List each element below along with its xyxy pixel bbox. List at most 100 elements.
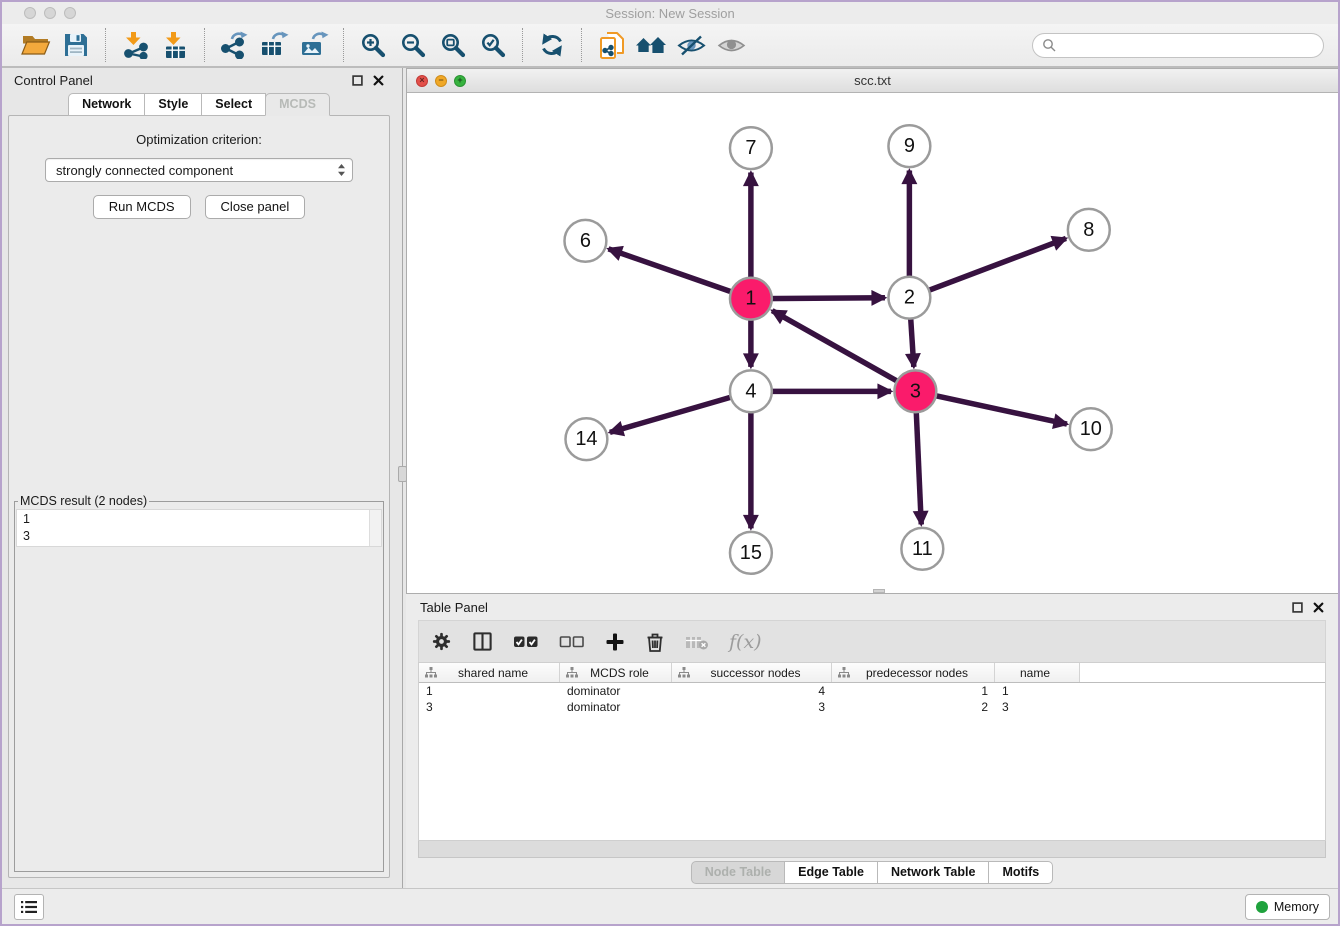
search-box — [1032, 33, 1324, 58]
tab-node-table[interactable]: Node Table — [691, 861, 785, 884]
table-settings-button[interactable] — [431, 631, 452, 652]
delete-column-button[interactable] — [645, 631, 665, 653]
tab-network[interactable]: Network — [68, 93, 145, 116]
node-7[interactable]: 7 — [730, 127, 772, 169]
export-network-button[interactable] — [217, 28, 251, 62]
hide-selected-button[interactable] — [674, 28, 708, 62]
cell-shared-name[interactable]: 1 — [419, 684, 560, 698]
node-8[interactable]: 8 — [1068, 209, 1110, 251]
import-table-icon — [161, 31, 189, 59]
column-header-label: shared name — [437, 666, 559, 680]
close-panel-icon[interactable] — [373, 75, 384, 86]
control-panel: Control Panel NetworkStyleSelectMCDS Opt… — [2, 68, 396, 888]
close-panel-button[interactable]: Close panel — [205, 195, 306, 219]
cell-shared-name[interactable]: 3 — [419, 700, 560, 714]
tab-select[interactable]: Select — [201, 93, 266, 116]
export-network-icon — [219, 31, 249, 59]
tab-mcds[interactable]: MCDS — [265, 93, 330, 116]
first-neighbors-button[interactable] — [634, 28, 668, 62]
apply-layout-button[interactable] — [535, 28, 569, 62]
column-header-name[interactable]: name — [995, 663, 1080, 682]
float-panel-icon[interactable] — [1292, 602, 1303, 613]
column-header-MCDS-role[interactable]: MCDS role — [560, 663, 672, 682]
close-panel-icon[interactable] — [1313, 602, 1324, 613]
open-session-button[interactable] — [19, 28, 53, 62]
select-all-button[interactable] — [513, 635, 539, 649]
network-canvas[interactable]: 7 9 6 8 1 2 4 3 14 10 15 11 — [407, 93, 1338, 593]
cell-MCDS-role[interactable]: dominator — [560, 684, 672, 698]
node-15[interactable]: 15 — [730, 532, 772, 574]
node-9[interactable]: 9 — [888, 125, 930, 167]
zoom-in-button[interactable] — [356, 28, 390, 62]
node-10[interactable]: 10 — [1070, 408, 1112, 450]
tab-motifs[interactable]: Motifs — [988, 861, 1053, 884]
cell-name[interactable]: 3 — [995, 700, 1080, 714]
network-view-window: × − + scc.txt 7 9 6 8 1 2 4 3 14 10 15 11 — [406, 68, 1338, 594]
open-folder-icon — [21, 32, 51, 58]
cell-name[interactable]: 1 — [995, 684, 1080, 698]
table-panel-header: Table Panel — [406, 594, 1338, 620]
cell-predecessor-nodes[interactable]: 1 — [832, 684, 995, 698]
delete-table-button[interactable] — [685, 634, 709, 650]
table-row[interactable]: 3dominator323 — [419, 699, 1325, 715]
search-input[interactable] — [1061, 38, 1314, 53]
node-2[interactable]: 2 — [888, 277, 930, 319]
node-11[interactable]: 11 — [901, 528, 943, 570]
clone-network-button[interactable] — [594, 28, 628, 62]
node-6[interactable]: 6 — [564, 220, 606, 262]
cell-successor-nodes[interactable]: 4 — [672, 684, 832, 698]
network-graph[interactable]: 7 9 6 8 1 2 4 3 14 10 15 11 — [407, 93, 1338, 593]
edge-2-8[interactable] — [909, 238, 1066, 297]
cell-successor-nodes[interactable]: 3 — [672, 700, 832, 714]
node-3[interactable]: 3 — [894, 370, 936, 412]
show-all-button[interactable] — [714, 28, 748, 62]
import-network-button[interactable] — [118, 28, 152, 62]
run-mcds-button[interactable]: Run MCDS — [93, 195, 191, 219]
table-row[interactable]: 1dominator411 — [419, 683, 1325, 699]
toolbar-separator — [204, 28, 205, 62]
node-14[interactable]: 14 — [565, 418, 607, 460]
export-image-button[interactable] — [297, 28, 331, 62]
show-column-button[interactable] — [472, 631, 493, 652]
zoom-selected-button[interactable] — [476, 28, 510, 62]
function-builder-button[interactable]: f(x) — [729, 631, 762, 653]
column-header-successor-nodes[interactable]: successor nodes — [672, 663, 832, 682]
save-session-button[interactable] — [59, 28, 93, 62]
task-history-button[interactable] — [14, 894, 44, 920]
mcds-result-lines[interactable]: 1 3 — [17, 510, 381, 546]
float-panel-icon[interactable] — [352, 75, 363, 86]
node-4[interactable]: 4 — [730, 370, 772, 412]
network-window-titlebar[interactable]: × − + scc.txt — [407, 69, 1338, 93]
eye-icon — [717, 35, 746, 56]
memory-button[interactable]: Memory — [1245, 894, 1330, 920]
export-table-icon — [259, 31, 289, 59]
app-title: Session: New Session — [2, 6, 1338, 21]
network-window-resize-grip[interactable] — [873, 589, 885, 593]
panel-splitter[interactable] — [396, 68, 406, 888]
tab-style[interactable]: Style — [144, 93, 202, 116]
clear-selection-button[interactable] — [559, 635, 585, 649]
tab-edge-table[interactable]: Edge Table — [784, 861, 878, 884]
import-table-button[interactable] — [158, 28, 192, 62]
result-scrollbar[interactable] — [369, 510, 381, 546]
column-header-shared-name[interactable]: shared name — [419, 663, 560, 682]
svg-text:1: 1 — [745, 288, 756, 310]
criterion-dropdown[interactable]: strongly connected component — [45, 158, 353, 182]
cell-MCDS-role[interactable]: dominator — [560, 700, 672, 714]
tab-network-table[interactable]: Network Table — [877, 861, 990, 884]
export-table-button[interactable] — [257, 28, 291, 62]
edge-3-10[interactable] — [915, 391, 1067, 424]
svg-text:10: 10 — [1080, 418, 1102, 440]
table-body: 1dominator4113dominator323 — [419, 683, 1325, 715]
column-type-icon — [678, 667, 690, 678]
zoom-out-button[interactable] — [396, 28, 430, 62]
edge-3-1[interactable] — [772, 311, 915, 392]
column-header-predecessor-nodes[interactable]: predecessor nodes — [832, 663, 995, 682]
table-hscrollbar[interactable] — [418, 841, 1326, 858]
zoom-fit-button[interactable] — [436, 28, 470, 62]
edge-1-6[interactable] — [608, 249, 750, 299]
table-tabs: Node TableEdge TableNetwork TableMotifs — [406, 861, 1338, 884]
cell-predecessor-nodes[interactable]: 2 — [832, 700, 995, 714]
add-column-button[interactable] — [605, 632, 625, 652]
node-1[interactable]: 1 — [730, 278, 772, 320]
